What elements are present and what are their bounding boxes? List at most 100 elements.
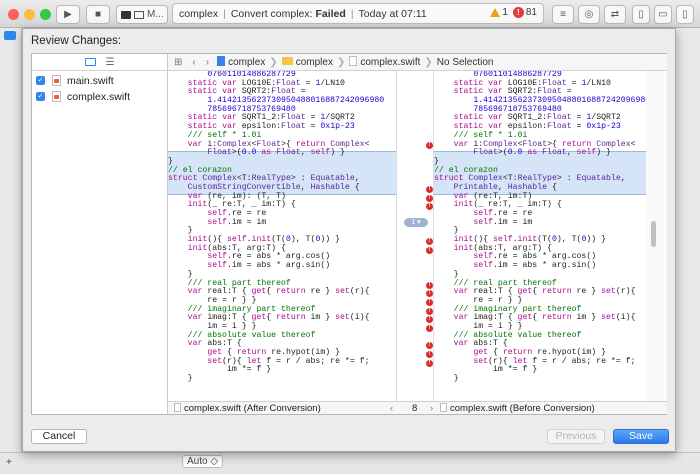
toggle-navigator-button[interactable]: ▯	[632, 5, 650, 24]
jump-file[interactable]: complex.swift	[349, 56, 420, 68]
checkbox-icon[interactable]: ✓	[36, 92, 45, 101]
swift-file-icon	[440, 403, 447, 412]
project-file-icon	[217, 56, 226, 66]
play-icon: ▶	[64, 9, 72, 20]
file-list-toolbar: ☰	[32, 54, 167, 71]
error-marker-icon[interactable]: !	[426, 290, 433, 298]
chevron-right-icon: ❯	[269, 56, 278, 68]
error-marker-icon[interactable]: !	[426, 246, 433, 254]
file-name: main.swift	[67, 75, 114, 87]
run-button[interactable]: ▶	[56, 5, 80, 24]
zoom-select[interactable]: Auto ◇	[182, 455, 224, 468]
diff-gutter: !!!!!!!!!!!!!!!	[396, 71, 434, 401]
stop-button[interactable]: ■	[86, 5, 110, 24]
activity-separator: |	[350, 7, 354, 20]
save-button[interactable]: Save	[613, 429, 669, 444]
list-item[interactable]: ✓ complex.swift	[32, 89, 167, 105]
error-marker-icon[interactable]: !	[426, 281, 433, 289]
jump-bar: ⊞ ‹ › complex ❯ complex ❯ complex.swift …	[168, 54, 667, 71]
chevron-right-icon: ❯	[424, 56, 433, 68]
code-line: Float>(0.0 as Float, self) }	[473, 148, 611, 158]
activity-status: Failed	[315, 7, 346, 20]
change-selector[interactable]: 1 ▾	[404, 218, 428, 227]
lines-icon: ≡	[560, 9, 566, 20]
jump-selection[interactable]: No Selection	[437, 57, 494, 68]
forward-icon[interactable]: ›	[206, 57, 209, 68]
zoom-window-button[interactable]	[40, 9, 51, 20]
previous-change-icon[interactable]: ‹	[390, 403, 393, 414]
utilities-strip	[676, 28, 700, 474]
list-item[interactable]: ✓ main.swift	[32, 73, 167, 89]
minimize-window-button[interactable]	[24, 9, 35, 20]
error-marker-icon[interactable]: !	[426, 203, 433, 211]
code-line: }	[168, 374, 193, 384]
errors-badge[interactable]: ! 81	[512, 7, 537, 18]
error-marker-icon[interactable]: !	[426, 238, 433, 245]
checkbox-icon[interactable]: ✓	[36, 76, 45, 85]
review-content: ☰ ✓ main.swift ✓ complex.swift ⊞ ‹ › com…	[31, 53, 667, 415]
right-panel-icon: ▯	[682, 9, 688, 20]
scheme-selector[interactable]: M...	[116, 5, 168, 24]
error-marker-icon[interactable]: !	[426, 325, 433, 332]
left-panel-icon: ▯	[638, 9, 644, 20]
back-icon[interactable]: ‹	[192, 57, 195, 68]
change-number: 1	[411, 219, 416, 226]
jump-group[interactable]: complex	[281, 56, 333, 68]
toggle-utilities-button[interactable]: ▯	[676, 5, 694, 24]
editor-assistant-button[interactable]: ◎	[578, 5, 600, 24]
rings-icon: ◎	[584, 9, 594, 20]
jump-project[interactable]: complex	[217, 56, 265, 68]
next-change-icon[interactable]: ›	[430, 403, 433, 414]
change-counter: 8	[412, 403, 418, 414]
before-conversion-pane[interactable]: 076011014886287729 static var LOG10E:Flo…	[434, 71, 646, 401]
error-marker-icon[interactable]: !	[426, 185, 433, 193]
diff-footer: complex.swift (After Conversion) ‹ 8 › c…	[168, 401, 667, 414]
warnings-badge[interactable]: 1	[490, 7, 508, 18]
sheet-title: Review Changes:	[31, 35, 122, 47]
warning-icon	[490, 8, 501, 17]
add-icon[interactable]: +	[6, 457, 12, 468]
activity-project: complex	[179, 7, 219, 20]
terminal-icon	[121, 10, 131, 19]
error-marker-icon[interactable]: !	[426, 316, 433, 324]
editor-version-button[interactable]: ⇄	[604, 5, 626, 24]
warnings-count: 1	[502, 7, 508, 18]
error-marker-icon[interactable]: !	[426, 298, 433, 306]
after-file-label: complex.swift (After Conversion)	[174, 403, 321, 414]
swift-file-icon	[349, 56, 358, 66]
window-toolbar: ▶ ■ M... complex | Convert complex: Fail…	[0, 0, 700, 28]
vertical-scrollbar[interactable]	[646, 71, 667, 401]
scroll-thumb[interactable]	[651, 221, 656, 247]
diff-view: ⊞ ‹ › complex ❯ complex ❯ complex.swift …	[168, 54, 667, 414]
project-icon[interactable]	[4, 31, 16, 40]
error-marker-icon[interactable]: !	[426, 351, 433, 359]
code-line: Float>(0.0 as Float, self) }	[207, 148, 345, 158]
folder-icon[interactable]	[84, 58, 96, 66]
error-marker-icon[interactable]: !	[426, 359, 433, 367]
code-line: im *= f }	[168, 365, 272, 375]
error-marker-icon[interactable]: !	[426, 342, 433, 350]
error-marker-icon[interactable]: !	[426, 142, 433, 150]
grid-icon[interactable]: ⊞	[174, 57, 182, 68]
activity-viewer: complex | Convert complex: Failed | Toda…	[172, 3, 544, 24]
previous-button[interactable]: Previous	[547, 429, 605, 444]
error-marker-icon[interactable]: !	[426, 307, 433, 315]
after-conversion-pane[interactable]: 076011014886287729 static var LOG10E:Flo…	[168, 71, 396, 401]
close-window-button[interactable]	[8, 9, 19, 20]
bottom-bar: + Auto ◇	[0, 452, 700, 474]
navigator-strip	[0, 28, 22, 474]
cancel-button[interactable]: Cancel	[31, 429, 87, 444]
code-line: im *= f }	[434, 365, 538, 375]
swift-file-icon	[52, 91, 61, 102]
toggle-debug-button[interactable]: ▭	[654, 5, 672, 24]
code-line: self.im = im	[473, 217, 533, 227]
error-marker-icon[interactable]: !	[426, 194, 433, 202]
editor-standard-button[interactable]: ≡	[552, 5, 574, 24]
code-line: }	[434, 374, 459, 384]
activity-separator: |	[223, 7, 226, 20]
chevron-right-icon: ❯	[336, 56, 346, 68]
swift-file-icon	[174, 403, 181, 412]
error-icon: !	[512, 7, 524, 18]
list-icon[interactable]: ☰	[106, 57, 115, 68]
file-name: complex.swift	[67, 91, 131, 103]
